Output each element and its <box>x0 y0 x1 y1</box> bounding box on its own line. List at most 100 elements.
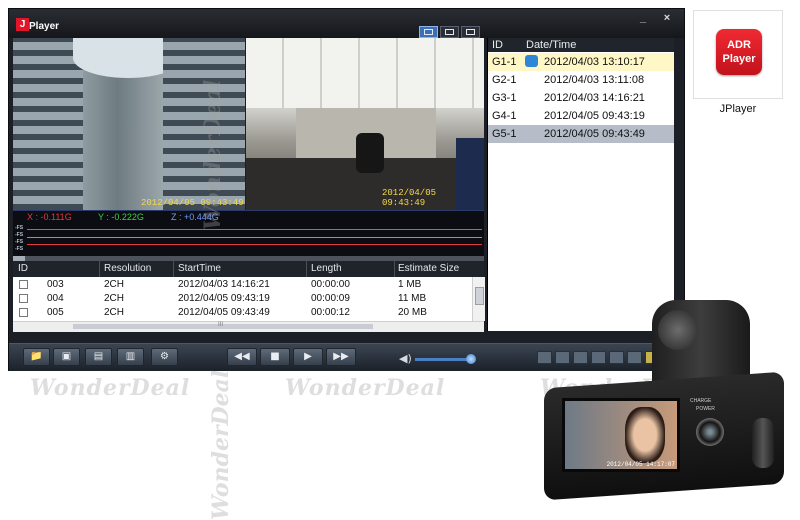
chair-shape <box>356 133 384 173</box>
file-resolution: 2CH <box>104 293 125 304</box>
event-id: G1-1 <box>492 56 517 68</box>
event-datetime: 2012/04/03 13:11:08 <box>544 74 645 86</box>
gsensor-tick: -FS <box>15 239 24 245</box>
file-starttime: 2012/04/03 14:16:21 <box>178 279 270 290</box>
file-resolution: 2CH <box>104 307 125 318</box>
column-header-starttime[interactable]: StartTime <box>178 263 221 274</box>
delete-button[interactable]: ▥ <box>117 348 144 366</box>
adr-player-icon: ADR Player <box>716 29 762 75</box>
layout-pip-button[interactable] <box>440 26 459 38</box>
forward-button[interactable]: ▶▶ <box>326 348 356 366</box>
save-icon: ▤ <box>93 351 104 362</box>
file-size: 11 MB <box>398 293 427 304</box>
hscroll-grip: III <box>218 322 224 328</box>
snapshot-button[interactable]: ▣ <box>53 348 80 366</box>
delete-icon: ▥ <box>125 351 136 362</box>
screen-face <box>625 407 665 463</box>
gsensor-z-line <box>27 229 482 230</box>
folder-icon: 📁 <box>30 351 43 362</box>
stop-icon: ■ <box>270 351 280 362</box>
gsensor-x-label: X : -0.111G <box>27 212 72 222</box>
video-rear[interactable]: 2012/04/05 09:43:49 <box>246 38 484 210</box>
volume-icon[interactable]: ◀) <box>399 352 412 365</box>
row-checkbox[interactable] <box>19 294 28 303</box>
column-header-resolution[interactable]: Resolution <box>104 263 151 274</box>
app-title: Player <box>29 21 60 32</box>
pip-view-icon <box>445 29 454 35</box>
sync-icon <box>525 55 538 67</box>
settings-button[interactable]: ⚙ <box>151 348 178 366</box>
column-header-length[interactable]: Length <box>311 263 342 274</box>
file-length: 00:00:00 <box>311 279 350 290</box>
file-resolution: 2CH <box>104 279 125 290</box>
event-id: G5-1 <box>492 128 517 140</box>
event-list: ID Date/Time G1-1 2012/04/03 13:10:17 G2… <box>487 38 674 331</box>
event-row[interactable]: G1-1 2012/04/03 13:10:17 <box>488 53 674 71</box>
dashcam-timestamp: 2012/04/05 14:17:07 <box>606 461 675 468</box>
minimize-button[interactable]: _ <box>636 11 650 25</box>
save-button[interactable]: ▤ <box>85 348 112 366</box>
event-datetime: 2012/04/05 09:43:49 <box>544 128 645 140</box>
event-id: G3-1 <box>492 92 517 104</box>
video-front-timestamp: 2012/04/05 09:43:49 <box>141 198 244 208</box>
watermark-vertical: WonderDeal <box>208 369 234 520</box>
charge-label: CHARGE <box>690 398 712 404</box>
gsensor-tick: -FS <box>15 246 24 252</box>
file-size: 20 MB <box>398 307 427 318</box>
app-icon-label: JPlayer <box>719 103 757 115</box>
column-header-id[interactable]: ID <box>18 263 28 274</box>
watermark: WonderDeal <box>30 375 191 401</box>
gsensor-y-line <box>27 237 482 238</box>
title-bar: J Player _ × <box>9 9 684 38</box>
event-id: G4-1 <box>492 110 517 122</box>
event-row[interactable]: G2-1 2012/04/03 13:11:08 <box>488 71 674 89</box>
event-datetime: 2012/04/03 13:10:17 <box>544 56 645 68</box>
row-checkbox[interactable] <box>19 308 28 317</box>
file-id: 003 <box>47 279 64 290</box>
file-table-hscrollbar[interactable]: III <box>13 321 484 332</box>
volume-knob[interactable] <box>466 354 476 364</box>
column-header-size[interactable]: Estimate Size <box>398 263 459 274</box>
event-list-header: ID Date/Time <box>488 38 674 52</box>
file-table-vscrollbar[interactable] <box>472 277 485 321</box>
file-id: 004 <box>47 293 64 304</box>
event-row[interactable]: G4-1 2012/04/05 09:43:19 <box>488 107 674 125</box>
file-row[interactable]: 004 2CH 2012/04/05 09:43:19 00:00:09 11 … <box>13 292 470 306</box>
forward-icon: ▶▶ <box>333 351 349 362</box>
app-logo: J <box>16 18 29 31</box>
file-row[interactable]: 005 2CH 2012/04/05 09:43:49 00:00:12 20 … <box>13 306 470 320</box>
rewind-button[interactable]: ◀◀ <box>227 348 257 366</box>
column-header-id[interactable]: ID <box>492 39 503 51</box>
event-row[interactable]: G3-1 2012/04/03 14:16:21 <box>488 89 674 107</box>
file-length: 00:00:12 <box>311 307 350 318</box>
dual-view-icon <box>424 29 433 35</box>
row-checkbox[interactable] <box>19 280 28 289</box>
settings-icon: ⚙ <box>160 351 169 362</box>
vscroll-thumb[interactable] <box>475 287 484 305</box>
video-rear-timestamp: 2012/04/05 09:43:49 <box>382 188 437 208</box>
camera-icon: ▣ <box>61 351 72 362</box>
play-icon: ▶ <box>304 351 312 362</box>
watermark: WonderDeal <box>285 375 446 401</box>
gsensor-x-line <box>27 244 482 245</box>
open-folder-button[interactable]: 📁 <box>23 348 50 366</box>
file-size: 1 MB <box>398 279 422 290</box>
file-row[interactable]: 003 2CH 2012/04/03 14:16:21 00:00:00 1 M… <box>13 278 470 292</box>
file-starttime: 2012/04/05 09:43:19 <box>178 293 270 304</box>
file-id: 005 <box>47 307 64 318</box>
play-button[interactable]: ▶ <box>293 348 323 366</box>
app-icon-tile[interactable]: ADR Player <box>693 10 783 99</box>
event-row[interactable]: G5-1 2012/04/05 09:43:49 <box>488 125 674 143</box>
column-header-datetime[interactable]: Date/Time <box>526 39 576 51</box>
stop-button[interactable]: ■ <box>260 348 290 366</box>
watermark-vertical: WonderDeal <box>200 79 226 230</box>
layout-dual-button[interactable] <box>419 26 438 38</box>
close-button[interactable]: × <box>660 11 674 25</box>
file-starttime: 2012/04/05 09:43:49 <box>178 307 270 318</box>
volume-slider[interactable] <box>415 358 469 361</box>
layout-swap-button[interactable] <box>461 26 480 38</box>
rewind-icon: ◀◀ <box>234 351 250 362</box>
event-datetime: 2012/04/05 09:43:19 <box>544 110 645 122</box>
ceiling-area <box>246 38 484 108</box>
building-left <box>13 38 83 210</box>
